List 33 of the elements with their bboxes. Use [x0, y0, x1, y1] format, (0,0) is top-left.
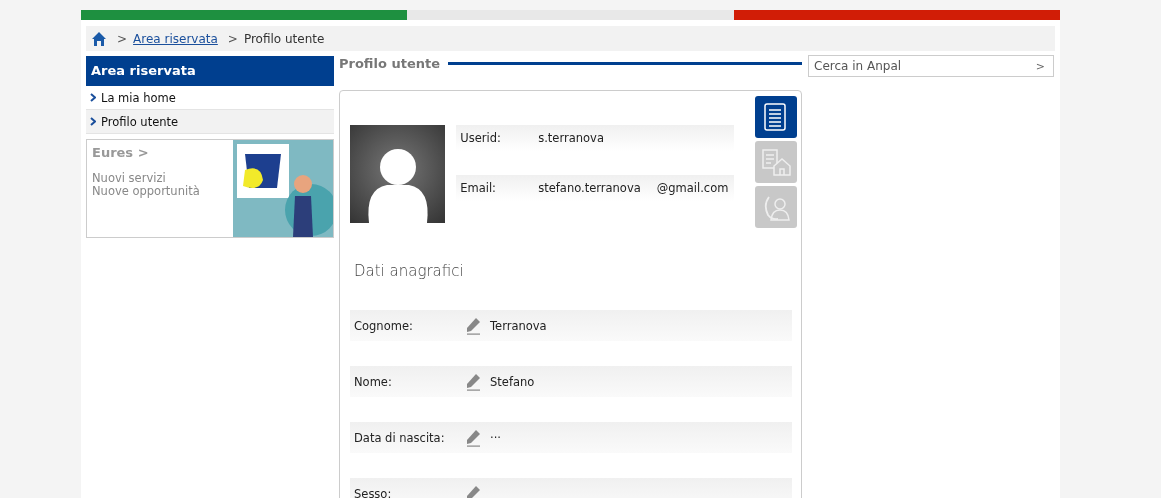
field-label: Nome: — [353, 374, 393, 389]
pencil-icon[interactable] — [465, 316, 482, 335]
field-value: @gmail.com — [656, 181, 729, 195]
document-house-icon — [760, 146, 792, 178]
field-value: s.terranova — [538, 131, 604, 145]
field-label: Email: — [459, 181, 497, 195]
field-label: Sesso: — [353, 486, 393, 498]
breadcrumb-separator: > — [227, 31, 238, 46]
side-tab[interactable] — [755, 96, 797, 138]
field-value: ··· — [490, 430, 501, 445]
promo-text: Nuove opportunità — [92, 185, 201, 198]
page-title: Profilo utente — [339, 55, 440, 71]
chevron-icon — [90, 93, 96, 102]
sidebar-title: Area riservata — [86, 56, 334, 86]
search-field[interactable]: Cerca in Anpal > — [808, 55, 1054, 77]
field-label: Userid: — [459, 131, 502, 145]
pencil-icon[interactable] — [465, 372, 482, 391]
breadcrumb-current: Profilo utente — [243, 31, 325, 46]
breadcrumb-separator: > — [117, 31, 128, 46]
breadcrumb-link[interactable]: Area riservata — [133, 31, 218, 46]
home-icon — [91, 30, 107, 47]
sidebar-item[interactable]: Profilo utente — [86, 110, 334, 134]
pencil-icon[interactable] — [465, 484, 482, 498]
field-label: Cognome: — [353, 318, 414, 333]
chevron-icon — [90, 117, 96, 126]
promo-text: Nuovi servizi — [92, 172, 167, 185]
promo-card[interactable]: Eures > Nuovi servizi Nuove opportunità — [86, 139, 334, 238]
field-value: Stefano — [490, 374, 535, 389]
pencil-icon[interactable] — [465, 428, 482, 447]
field-value: Terranova — [490, 318, 547, 333]
field-label: Data di nascita: — [353, 430, 446, 445]
field-value: stefano.terranova — [538, 181, 641, 195]
section-title: Dati anagrafici — [354, 262, 465, 280]
